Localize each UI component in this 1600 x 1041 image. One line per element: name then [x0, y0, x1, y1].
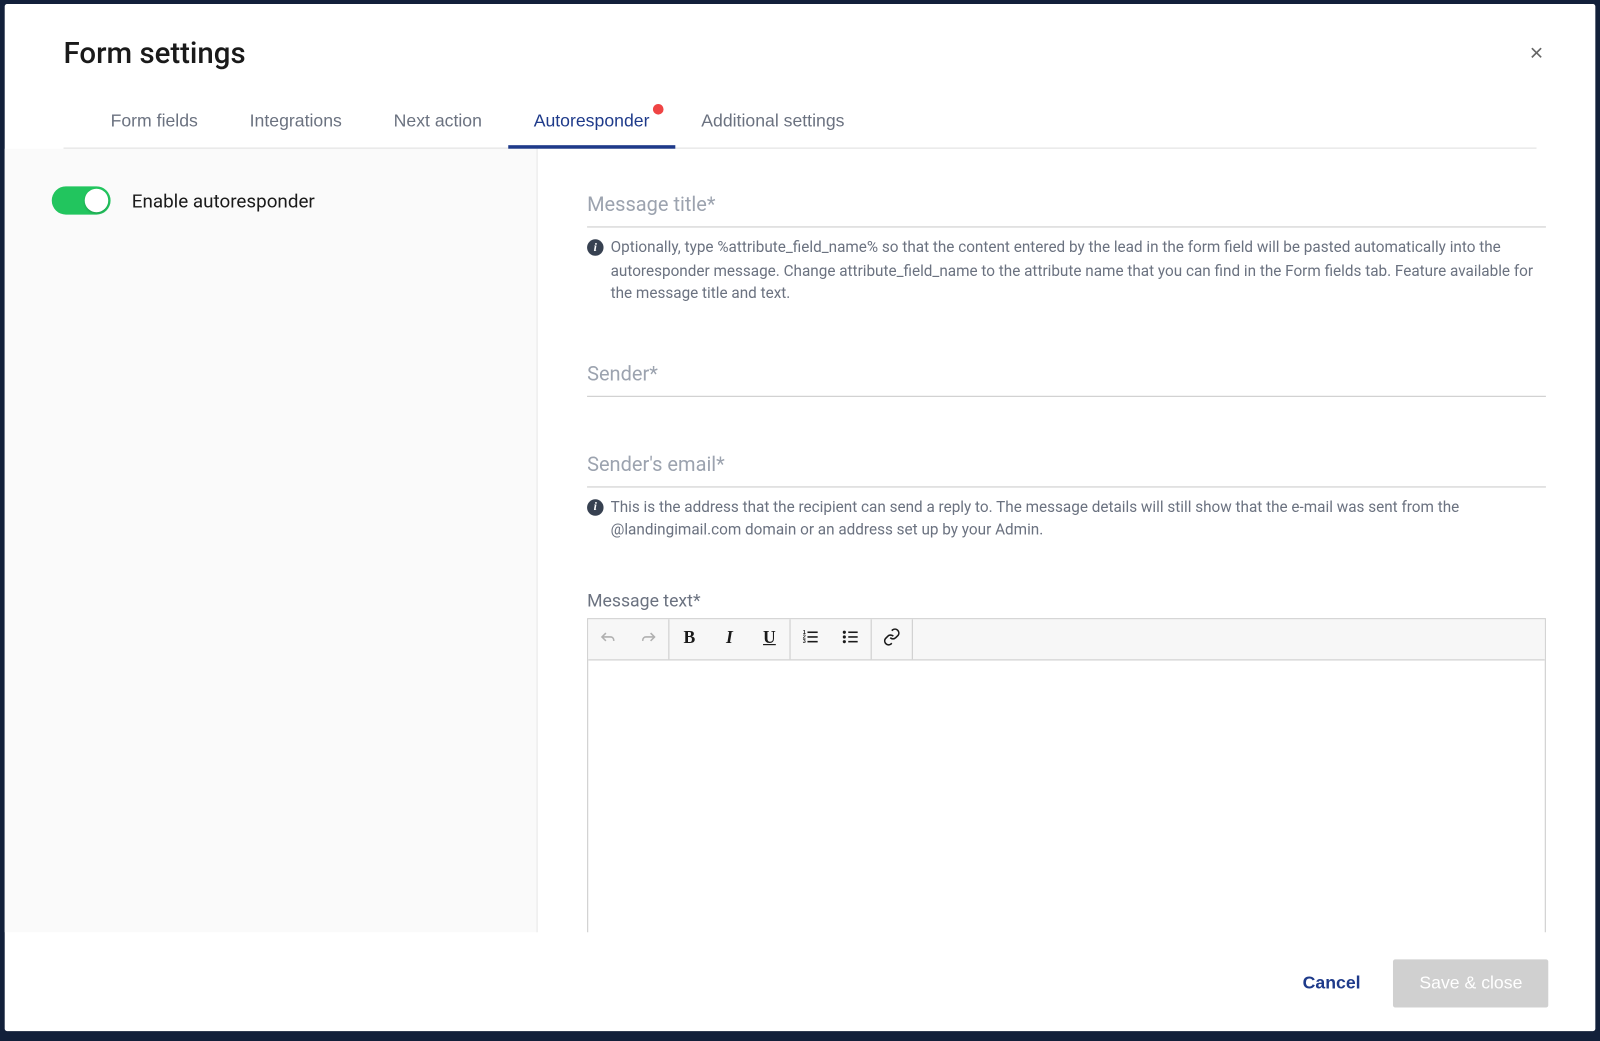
- link-icon: [882, 627, 901, 651]
- message-text-label: Message text*: [587, 589, 1546, 610]
- redo-button[interactable]: [628, 619, 668, 659]
- tab-label: Next action: [394, 111, 482, 131]
- bold-icon: B: [684, 629, 696, 649]
- unordered-list-button[interactable]: [831, 619, 871, 659]
- enable-autoresponder-toggle[interactable]: [52, 186, 111, 214]
- sender-email-input[interactable]: [587, 443, 1546, 487]
- ordered-list-button[interactable]: 123: [791, 619, 831, 659]
- tab-next-action[interactable]: Next action: [368, 97, 508, 148]
- modal-content: Enable autoresponder i Optionally, type …: [5, 149, 1596, 933]
- sender-input[interactable]: [587, 353, 1546, 397]
- italic-button[interactable]: I: [709, 619, 749, 659]
- unordered-list-icon: [841, 627, 860, 651]
- tab-label: Integrations: [250, 111, 342, 131]
- italic-icon: I: [726, 629, 733, 649]
- tabs: Form fields Integrations Next action Aut…: [64, 97, 1537, 149]
- modal-title: Form settings: [64, 37, 1537, 71]
- redo-icon: [639, 627, 658, 651]
- save-close-button[interactable]: Save & close: [1394, 959, 1549, 1007]
- info-icon: i: [587, 499, 603, 515]
- underline-icon: U: [763, 629, 776, 649]
- notification-dot-icon: [653, 104, 664, 115]
- enable-autoresponder-row: Enable autoresponder: [52, 186, 490, 214]
- tab-form-fields[interactable]: Form fields: [85, 97, 224, 148]
- message-text-field: Message text*: [587, 589, 1546, 932]
- message-title-input[interactable]: [587, 184, 1546, 228]
- modal-header: Form settings × Form fields Integrations…: [5, 4, 1596, 149]
- ordered-list-icon: 123: [801, 627, 820, 651]
- message-text-input[interactable]: [588, 660, 1544, 932]
- info-icon: i: [587, 239, 603, 255]
- rich-text-editor: B I U: [587, 618, 1546, 933]
- svg-text:3: 3: [803, 639, 806, 645]
- editor-toolbar: B I U: [588, 619, 1544, 660]
- helper-text: Optionally, type %attribute_field_name% …: [611, 237, 1546, 306]
- close-button[interactable]: ×: [1522, 39, 1550, 67]
- form-settings-modal: Form settings × Form fields Integrations…: [5, 4, 1596, 1031]
- modal-footer: Cancel Save & close: [1303, 959, 1549, 1007]
- right-panel: i Optionally, type %attribute_field_name…: [538, 149, 1596, 933]
- undo-button[interactable]: [588, 619, 628, 659]
- cancel-button[interactable]: Cancel: [1303, 973, 1361, 993]
- bold-button[interactable]: B: [669, 619, 709, 659]
- tab-label: Form fields: [111, 111, 198, 131]
- tab-integrations[interactable]: Integrations: [224, 97, 368, 148]
- helper-text: This is the address that the recipient c…: [611, 496, 1546, 542]
- tab-label: Autoresponder: [534, 111, 650, 131]
- sender-field: [587, 353, 1546, 397]
- message-title-helper: i Optionally, type %attribute_field_name…: [587, 237, 1546, 306]
- underline-button[interactable]: U: [749, 619, 789, 659]
- sender-email-helper: i This is the address that the recipient…: [587, 496, 1546, 542]
- tab-autoresponder[interactable]: Autoresponder: [508, 97, 676, 148]
- left-panel: Enable autoresponder: [5, 149, 538, 933]
- toggle-label: Enable autoresponder: [132, 189, 315, 211]
- toggle-knob-icon: [85, 189, 109, 213]
- tab-additional-settings[interactable]: Additional settings: [675, 97, 870, 148]
- close-icon: ×: [1530, 40, 1544, 67]
- message-title-field: i Optionally, type %attribute_field_name…: [587, 184, 1546, 306]
- tab-label: Additional settings: [701, 111, 844, 131]
- sender-email-field: i This is the address that the recipient…: [587, 443, 1546, 542]
- link-button[interactable]: [872, 619, 912, 659]
- undo-icon: [599, 627, 618, 651]
